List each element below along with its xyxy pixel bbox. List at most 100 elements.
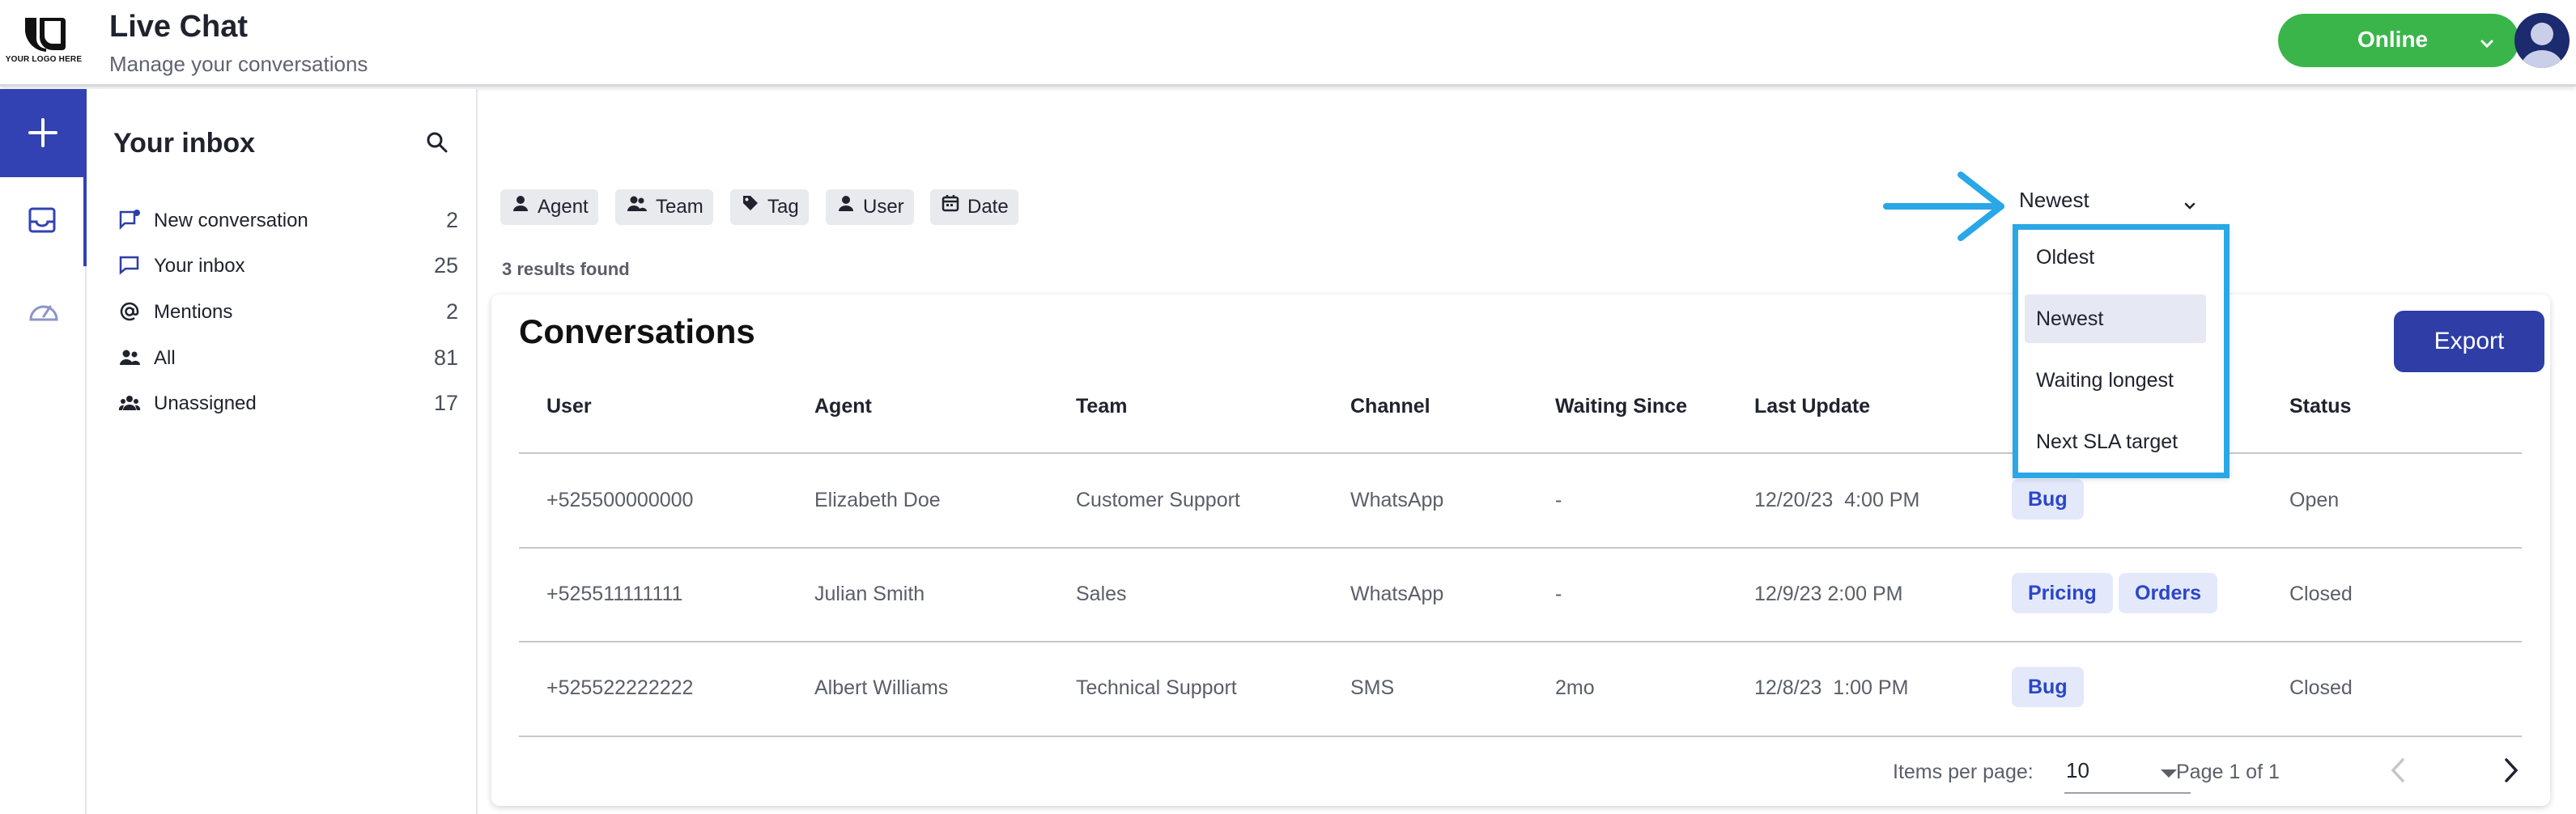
company-logo[interactable]: YOUR LOGO HERE [0,15,87,73]
cell-agent: Elizabeth Doe [814,489,941,511]
inbox-item-label: All [154,347,176,369]
conversations-card: Conversations Export User Agent Team Cha… [491,295,2550,806]
chevron-left-icon[interactable] [2388,757,2408,788]
cell-team: Customer Support [1076,489,1240,511]
cell-channel: WhatsApp [1350,583,1444,605]
person-icon [837,189,855,224]
inbox-item-count: 81 [433,346,458,370]
row-divider [519,547,2522,549]
tag-badge[interactable]: Pricing [2012,573,2113,613]
caret-down-icon [2160,768,2178,782]
cell-team: Technical Support [1076,676,1237,699]
conversations-title: Conversations [519,312,755,350]
cell-agent: Julian Smith [814,583,925,605]
cell-status: Closed [2289,676,2353,699]
person-icon [512,189,529,224]
inbox-item-label: Your inbox [154,255,245,277]
logo-text: YOUR LOGO HERE [5,55,83,64]
page-title: Live Chat [109,10,249,44]
status-label: Online [2357,27,2429,52]
cell-status: Closed [2289,583,2353,605]
column-header-last-update[interactable]: Last Update [1754,395,1870,418]
group-icon [118,392,141,420]
app-header: YOUR LOGO HERE Live Chat Manage your con… [0,0,2576,87]
cell-last-update: 12/20/23 4:00 PM [1754,489,1920,511]
plus-icon [28,118,57,147]
sort-option-oldest[interactable]: Oldest [2025,233,2206,282]
filter-chip-tag[interactable]: Tag [730,189,809,225]
column-header-user[interactable]: User [546,395,592,418]
cell-agent: Albert Williams [814,676,949,699]
user-avatar[interactable] [2514,13,2570,68]
rail-inbox-button[interactable] [0,177,87,266]
new-chat-button[interactable] [0,89,87,177]
tag-badge[interactable]: Orders [2119,573,2217,613]
user-avatar-icon [2521,23,2563,68]
sort-option-next-sla-target[interactable]: Next SLA target [2025,418,2206,466]
cell-channel: SMS [1350,676,1395,699]
inbox-title: Your inbox [113,128,256,159]
sort-option-waiting-longest[interactable]: Waiting longest [2025,356,2206,405]
items-per-page-label: Items per page: [1893,761,2034,783]
sort-option-newest[interactable]: Newest [2025,295,2206,343]
filter-chip-label: User [863,196,904,218]
filter-chip-label: Agent [538,196,589,218]
column-header-status[interactable]: Status [2289,395,2351,418]
team-icon [627,189,648,224]
dashboard-icon [29,305,58,321]
filter-chip-team[interactable]: Team [615,189,713,225]
sort-dropdown-menu: Oldest Newest Waiting longest Next SLA t… [2013,224,2230,478]
calendar-icon [942,189,959,224]
cell-user: +525500000000 [546,489,694,511]
cell-waiting-since: 2mo [1555,676,1595,699]
inbox-item-unassigned[interactable]: Unassigned 17 [118,387,458,419]
cell-channel: WhatsApp [1350,489,1444,511]
inbox-item-label: Mentions [154,301,233,323]
row-divider [519,736,2522,737]
filter-chip-label: Team [656,196,704,218]
logo-mark-icon [25,18,66,52]
cell-team: Sales [1076,583,1127,605]
inbox-item-label: Unassigned [154,392,257,414]
inbox-item-label: New conversation [154,210,308,231]
column-header-waiting-since[interactable]: Waiting Since [1555,395,1687,418]
row-divider [519,641,2522,642]
inbox-item-all[interactable]: All 81 [118,341,458,374]
status-dropdown-button[interactable]: Online [2278,14,2519,67]
items-per-page-select[interactable]: 10 [2064,748,2191,794]
sort-select[interactable]: Newest [2019,188,2196,213]
new-conversation-icon [118,209,141,237]
export-button[interactable]: Export [2394,311,2544,372]
search-icon[interactable] [426,131,448,158]
chevron-right-icon[interactable] [2502,757,2521,788]
tag-badge[interactable]: Bug [2012,479,2084,519]
inbox-item-mentions[interactable]: Mentions 2 [118,295,458,328]
chat-bubble-icon [118,254,141,282]
inbox-item-new-conversation[interactable]: New conversation 2 [118,204,458,236]
tag-badge[interactable]: Bug [2012,667,2084,707]
inbox-panel: Your inbox New conversation 2 Your inbox… [87,89,478,814]
cell-user: +525522222222 [546,676,694,699]
inbox-item-count: 2 [445,299,458,324]
cell-waiting-since: - [1555,489,1562,511]
cell-status: Open [2289,489,2340,511]
inbox-item-count: 17 [433,391,458,415]
inbox-item-count: 25 [433,253,458,278]
inbox-item-your-inbox[interactable]: Your inbox 25 [118,249,458,282]
inbox-item-count: 2 [445,208,458,232]
filter-chip-user[interactable]: User [826,189,914,225]
people-icon [118,346,141,375]
left-rail [0,89,87,814]
cell-last-update: 12/9/23 2:00 PM [1754,583,1903,605]
column-header-agent[interactable]: Agent [814,395,872,418]
filter-chip-agent[interactable]: Agent [500,189,598,225]
inbox-icon [28,207,56,233]
tag-icon [742,189,759,224]
column-header-team[interactable]: Team [1076,395,1127,418]
column-header-channel[interactable]: Channel [1350,395,1430,418]
filter-chip-label: Tag [767,196,799,218]
page-subtitle: Manage your conversations [109,52,368,76]
rail-dashboard-button[interactable] [0,266,87,355]
filter-chip-date[interactable]: Date [930,189,1018,225]
chevron-down-icon [2479,32,2495,57]
